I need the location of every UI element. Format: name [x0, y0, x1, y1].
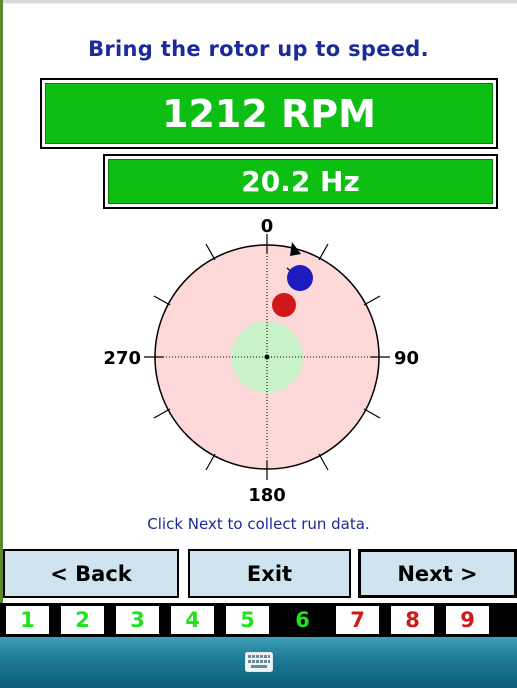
step-5[interactable]: 5: [226, 606, 269, 634]
step-4[interactable]: 4: [171, 606, 214, 634]
current-marker: [287, 265, 313, 291]
label-0: 0: [261, 216, 274, 237]
label-90: 90: [394, 348, 419, 369]
next-button[interactable]: Next >: [358, 549, 517, 598]
back-button[interactable]: < Back: [3, 549, 179, 598]
step-2[interactable]: 2: [61, 606, 104, 634]
label-270: 270: [103, 348, 141, 369]
step-8[interactable]: 8: [391, 606, 434, 634]
step-indicator: 1 2 3 4 5 6 7 8 9: [0, 603, 517, 637]
hint-text: Click Next to collect run data.: [147, 515, 370, 533]
step-3[interactable]: 3: [116, 606, 159, 634]
exit-button[interactable]: Exit: [188, 549, 351, 598]
step-1[interactable]: 1: [6, 606, 49, 634]
step-7[interactable]: 7: [336, 606, 379, 634]
previous-marker: [272, 293, 296, 317]
step-9[interactable]: 9: [446, 606, 489, 634]
center-point: [264, 354, 270, 360]
keyboard-icon[interactable]: [245, 652, 273, 672]
step-6[interactable]: 6: [281, 606, 324, 634]
label-180: 180: [248, 485, 286, 506]
